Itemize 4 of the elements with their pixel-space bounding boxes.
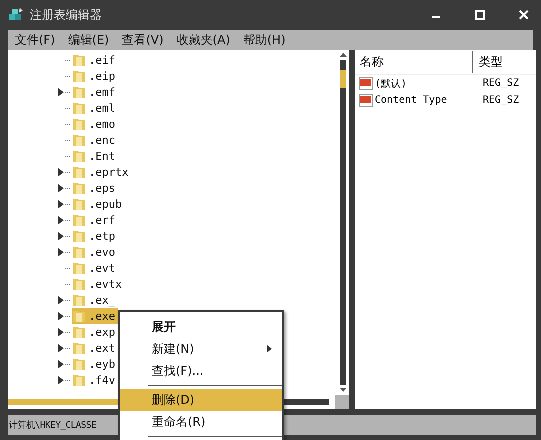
window-title: 注册表编辑器: [30, 6, 102, 24]
status-path: 计算机\HKEY_CLASSE: [9, 420, 97, 432]
value-type: REG_SZ: [482, 78, 520, 89]
value-type: REG_SZ: [482, 95, 520, 106]
